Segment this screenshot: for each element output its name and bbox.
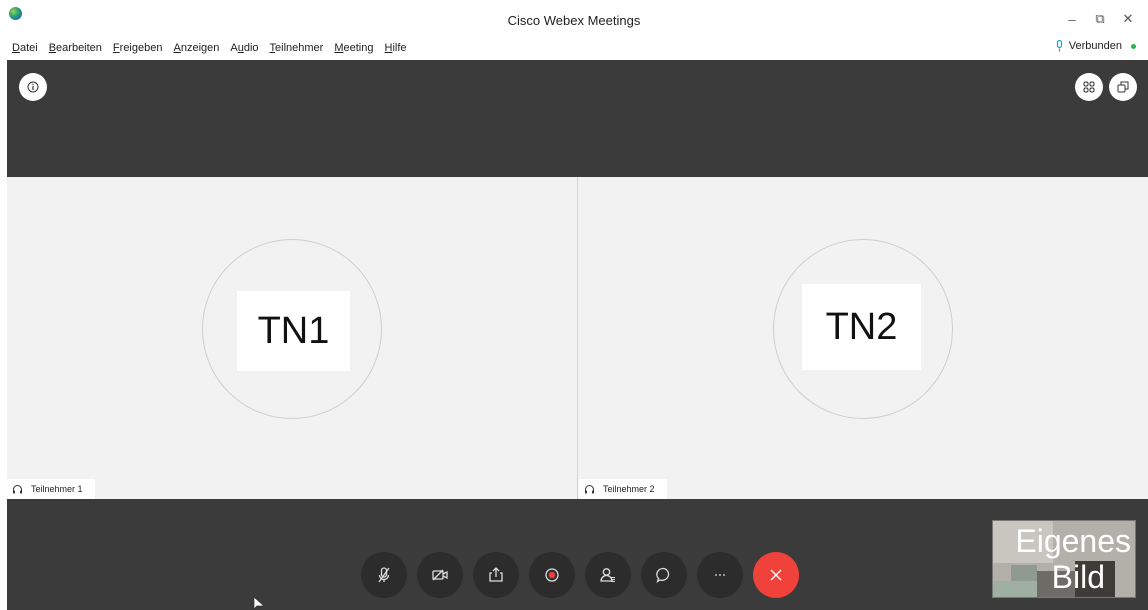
participant-name: Teilnehmer 1: [31, 484, 83, 494]
menu-bar: Datei Bearbeiten Freigeben Anzeigen Audi…: [6, 40, 412, 56]
avatar: TN2: [773, 239, 953, 419]
menu-hilfe[interactable]: Hilfe: [379, 40, 412, 56]
participants-button[interactable]: [585, 552, 631, 598]
window-title: Cisco Webex Meetings: [507, 13, 641, 28]
share-button[interactable]: [473, 552, 519, 598]
record-icon: [545, 568, 559, 582]
more-icon: [715, 574, 725, 576]
microphone-icon: [1056, 40, 1062, 52]
title-bar: Cisco Webex Meetings – ⧉ ✕: [0, 0, 1148, 38]
restore-button[interactable]: ⧉: [1086, 8, 1114, 30]
close-icon: [770, 569, 782, 581]
popout-button[interactable]: [1109, 73, 1137, 101]
participant-initials: TN1: [237, 291, 350, 371]
close-window-button[interactable]: ✕: [1114, 8, 1142, 30]
mouse-cursor-icon: [253, 597, 265, 610]
self-view-pixel-block: [993, 581, 1037, 597]
minimize-button[interactable]: –: [1058, 8, 1086, 30]
menu-meeting[interactable]: Meeting: [328, 40, 378, 56]
participant-tile-2[interactable]: TN2 Teilnehmer 2: [579, 177, 1148, 499]
popout-icon: [1117, 81, 1129, 93]
menu-bearbeiten[interactable]: Bearbeiten: [43, 40, 107, 56]
menu-datei[interactable]: Datei: [6, 40, 43, 56]
more-button[interactable]: [697, 552, 743, 598]
connection-status-label: Verbunden: [1068, 40, 1122, 52]
control-buttons: [361, 552, 799, 598]
participant-name-tag: Teilnehmer 2: [579, 479, 667, 499]
chat-button[interactable]: [641, 552, 687, 598]
layout-grid-button[interactable]: [1075, 73, 1103, 101]
grid-layout-icon: [1083, 81, 1095, 93]
self-view-label-line1: Eigenes: [1015, 523, 1131, 559]
leave-button[interactable]: [753, 552, 799, 598]
menu-teilnehmer[interactable]: Teilnehmer: [264, 40, 329, 56]
record-button[interactable]: [529, 552, 575, 598]
top-toolbar-area: [7, 60, 1148, 177]
info-icon: [27, 81, 39, 93]
headset-icon: [585, 484, 594, 493]
connection-status[interactable]: Verbunden: [1055, 40, 1136, 52]
participant-name: Teilnehmer 2: [603, 484, 655, 494]
share-icon: [489, 567, 503, 582]
headset-icon: [13, 484, 22, 493]
connection-status-dot: [1131, 43, 1136, 49]
participant-tile-1[interactable]: TN1 Teilnehmer 1: [7, 177, 578, 499]
menu-freigeben[interactable]: Freigeben: [107, 40, 168, 56]
video-button[interactable]: [417, 552, 463, 598]
meeting-controls-bar: Eigenes Bild: [7, 499, 1148, 610]
avatar: TN1: [202, 239, 382, 419]
self-view-video[interactable]: Eigenes Bild: [992, 520, 1136, 598]
window-controls: – ⧉ ✕: [1058, 8, 1142, 30]
microphone-muted-icon: [378, 567, 390, 583]
participant-initials: TN2: [802, 284, 921, 370]
menu-audio[interactable]: Audio: [224, 40, 263, 56]
mute-button[interactable]: [361, 552, 407, 598]
video-grid: TN1 Teilnehmer 1 TN2 Teilnehmer 2: [7, 177, 1148, 499]
video-off-icon: [432, 569, 448, 581]
chat-icon: [656, 567, 670, 583]
self-view-label-line2: Bild: [1051, 559, 1105, 595]
meeting-info-button[interactable]: [19, 73, 47, 101]
participants-icon: [600, 568, 615, 583]
menu-anzeigen[interactable]: Anzeigen: [167, 40, 224, 56]
participant-name-tag: Teilnehmer 1: [7, 479, 95, 499]
